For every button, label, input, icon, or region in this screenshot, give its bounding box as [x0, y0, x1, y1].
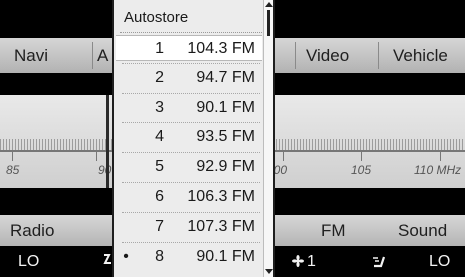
bullet-icon: • [123, 247, 129, 265]
major-tick [361, 151, 362, 161]
radio-button[interactable]: Radio [10, 215, 54, 246]
station-number: 7 [155, 217, 164, 235]
sound-button[interactable]: Sound [398, 215, 447, 246]
popup-title: Autostore [124, 9, 189, 26]
station-frequency: 90.1 FM [196, 98, 255, 116]
menu-divider [295, 42, 296, 69]
scroll-thumb[interactable] [267, 10, 270, 36]
station-frequency: 90.1 FM [196, 247, 255, 265]
station-number: 4 [155, 128, 164, 146]
row-separator [122, 182, 260, 183]
major-tick [96, 151, 97, 161]
station-item[interactable]: 5 92.9 FM [116, 154, 262, 180]
station-item[interactable]: 1 104.3 FM [116, 35, 262, 61]
station-frequency: 92.9 FM [196, 158, 255, 176]
station-frequency: 104.3 FM [187, 40, 255, 57]
station-frequency: 93.5 FM [196, 128, 255, 146]
band-button[interactable]: FM [321, 215, 346, 246]
scrollbar[interactable] [263, 0, 273, 277]
station-item[interactable]: 3 90.1 FM [116, 95, 262, 121]
title-separator [120, 32, 262, 33]
row-separator [122, 92, 260, 94]
station-frequency: 106.3 FM [187, 188, 255, 205]
frequency-label: 90 [98, 163, 112, 177]
left-temperature[interactable]: LO [18, 246, 39, 277]
major-tick [12, 151, 13, 161]
frequency-label: 105 [351, 163, 372, 177]
scroll-up-arrow-icon[interactable] [265, 2, 273, 7]
frequency-label: 85 [6, 163, 20, 177]
station-item[interactable]: 6 106.3 FM [116, 184, 262, 210]
fan-level[interactable]: 1 [307, 246, 316, 277]
station-number: 2 [155, 68, 164, 86]
menu-divider [92, 42, 93, 69]
scroll-down-arrow-icon[interactable] [265, 269, 273, 274]
station-item[interactable]: 2 94.7 FM [116, 65, 262, 91]
station-number: 1 [155, 40, 164, 57]
menu-item-audio[interactable]: A [97, 38, 108, 73]
station-number: 6 [155, 188, 164, 205]
menu-item-video[interactable]: Video [306, 38, 349, 73]
major-tick [440, 151, 441, 161]
fan-icon[interactable] [292, 246, 304, 277]
station-item[interactable]: 7 107.3 FM [116, 214, 262, 240]
major-tick [283, 151, 284, 161]
menu-item-navi[interactable]: Navi [14, 38, 48, 73]
station-number: 5 [155, 158, 164, 176]
seat-airflow-icon[interactable] [372, 246, 388, 277]
station-number: 3 [155, 98, 164, 116]
station-number: 8 [155, 247, 164, 265]
tuning-needle [106, 95, 109, 188]
row-separator [122, 62, 260, 64]
station-frequency: 107.3 FM [187, 217, 255, 235]
row-separator [122, 122, 260, 124]
station-item[interactable]: 4 93.5 FM [116, 124, 262, 150]
row-separator [122, 241, 260, 243]
menu-item-vehicle[interactable]: Vehicle [393, 38, 448, 73]
station-item[interactable]: • 8 90.1 FM [116, 244, 262, 270]
menu-divider [378, 42, 379, 69]
row-separator [122, 211, 260, 213]
autostore-popup: Autostore 1 104.3 FM 2 94.7 FM 3 90.1 FM 4 93.5… [112, 0, 275, 277]
frequency-label: 110 MHz [414, 163, 462, 177]
right-temperature[interactable]: LO [429, 246, 450, 277]
row-separator [122, 152, 260, 154]
station-frequency: 94.7 FM [196, 68, 255, 86]
